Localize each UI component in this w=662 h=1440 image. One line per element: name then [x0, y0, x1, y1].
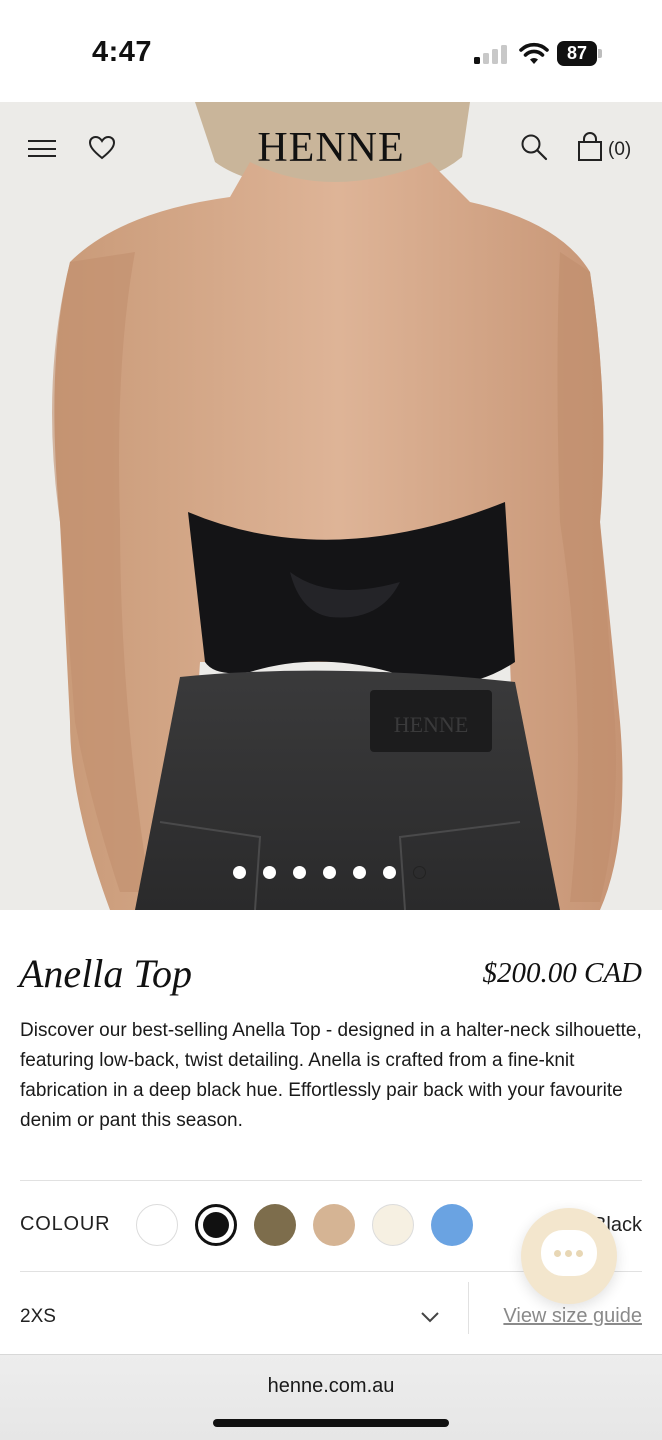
carousel-dot-active[interactable] — [413, 866, 426, 879]
site-header: HENNE (0) — [0, 102, 662, 194]
colour-label: COLOUR — [20, 1213, 111, 1235]
size-select[interactable]: 2XS — [20, 1290, 448, 1340]
vertical-divider — [468, 1282, 469, 1334]
svg-text:HENNE: HENNE — [394, 712, 469, 737]
carousel-dot[interactable] — [293, 866, 306, 879]
battery-level: 87 — [557, 41, 597, 66]
status-bar: 4:47 87 — [0, 0, 662, 102]
chat-bubble-icon — [541, 1230, 597, 1276]
carousel-dot[interactable] — [383, 866, 396, 879]
product-description: Discover our best-selling Anella Top - d… — [20, 1020, 642, 1131]
colour-swatch-black-selected[interactable] — [195, 1204, 237, 1246]
colour-swatch-blue[interactable] — [431, 1204, 473, 1246]
colour-swatch-white[interactable] — [136, 1204, 178, 1246]
product-photo: HENNE — [0, 102, 662, 910]
divider — [20, 1180, 642, 1181]
wifi-icon — [519, 42, 549, 64]
shopping-bag-icon[interactable] — [577, 132, 603, 162]
chat-button[interactable] — [521, 1208, 617, 1304]
browser-address-bar[interactable]: henne.com.au — [0, 1354, 662, 1440]
search-icon[interactable] — [520, 133, 548, 163]
product-title: Anella Top — [19, 951, 192, 996]
cart-count[interactable]: (0) — [608, 139, 631, 161]
cellular-signal-icon — [474, 44, 508, 64]
size-value: 2XS — [20, 1306, 56, 1327]
carousel-dot[interactable] — [323, 866, 336, 879]
carousel-pagination — [233, 866, 426, 882]
carousel-dot[interactable] — [233, 866, 246, 879]
carousel-dot[interactable] — [353, 866, 366, 879]
colour-swatch-tan[interactable] — [313, 1204, 355, 1246]
size-guide-link[interactable]: View size guide — [503, 1305, 642, 1328]
colour-swatch-olive[interactable] — [254, 1204, 296, 1246]
product-price: $200.00 CAD — [482, 957, 643, 989]
home-indicator — [213, 1419, 449, 1427]
colour-swatch-cream[interactable] — [372, 1204, 414, 1246]
brand-logo[interactable]: HENNE — [0, 124, 662, 172]
carousel-dot[interactable] — [263, 866, 276, 879]
url-text[interactable]: henne.com.au — [0, 1375, 662, 1398]
status-time: 4:47 — [92, 36, 153, 68]
battery-icon: 87 — [557, 41, 603, 66]
chevron-down-icon — [421, 1312, 439, 1323]
product-image-gallery[interactable]: HENNE — [0, 102, 662, 910]
